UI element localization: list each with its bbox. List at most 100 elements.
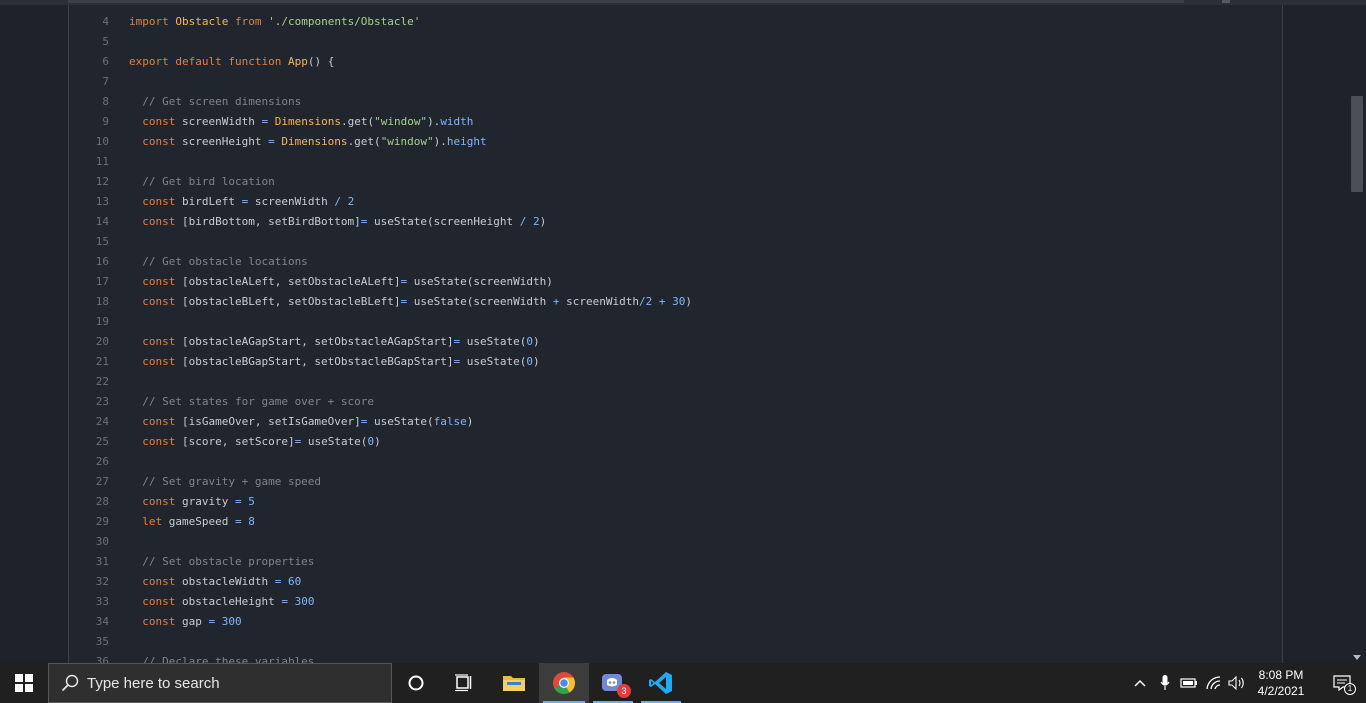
code-token: = [453, 355, 467, 368]
code-token: import [129, 15, 176, 28]
volume-button[interactable] [1226, 663, 1248, 703]
code-text: // Get screen dimensions [129, 92, 301, 112]
code-token: = [274, 575, 288, 588]
line-number: 16 [95, 255, 109, 268]
chrome-button[interactable] [539, 663, 589, 703]
code-token: = [241, 195, 255, 208]
taskbar-search-box[interactable]: Type here to search [48, 663, 392, 703]
line-number: 29 [95, 515, 109, 528]
code-token: screenWidth [181, 115, 262, 128]
code-token: App [287, 55, 308, 68]
windows-logo-icon [15, 674, 33, 692]
code-editor[interactable]: 4 import Obstacle from './components/Obst… [68, 5, 1283, 663]
task-view-button[interactable] [440, 663, 488, 703]
scroll-down-arrow-icon[interactable] [1353, 655, 1361, 660]
scroll-marker [1222, 0, 1230, 3]
code-token: screenWidth [566, 295, 639, 308]
cortana-button[interactable] [392, 663, 440, 703]
code-token: // Set obstacle properties [129, 555, 315, 568]
code-token: export default function [129, 55, 288, 68]
line-number: 33 [95, 595, 109, 608]
code-token: + [552, 295, 567, 308]
code-token: screenWidth [254, 195, 335, 208]
code-token: () { [307, 55, 335, 68]
code-token: = [360, 215, 375, 228]
vscode-button[interactable] [637, 663, 685, 703]
code-token: useState( [466, 335, 527, 348]
code-text: // Set states for game over + score [129, 392, 374, 412]
wifi-button[interactable] [1203, 663, 1225, 703]
horizontal-scroll-track[interactable] [68, 0, 1184, 3]
code-line: 34 const gap = 300 [69, 612, 1282, 632]
code-token: .get( [347, 135, 381, 148]
code-text: const obstacleHeight = 300 [129, 592, 314, 612]
code-line: 30 [69, 532, 1282, 552]
battery-button[interactable] [1178, 663, 1200, 703]
code-token: Obstacle [175, 15, 235, 28]
code-token: "window" [374, 115, 428, 128]
line-number: 20 [95, 335, 109, 348]
line-number: 28 [95, 495, 109, 508]
code-token: ) [533, 355, 540, 368]
code-line: 33 const obstacleHeight = 300 [69, 592, 1282, 612]
code-text: const birdLeft = screenWidth / 2 [129, 192, 354, 212]
code-token: 2 [533, 215, 540, 228]
code-token: obstacleWidth [181, 575, 275, 588]
line-number: 14 [95, 215, 109, 228]
code-text: const [score, setScore]= useState(0) [129, 432, 380, 452]
code-token: from [234, 15, 269, 28]
code-token: useState( [307, 435, 368, 448]
code-token: useState(screenWidth [413, 295, 553, 308]
code-token: = [400, 295, 414, 308]
line-number: 36 [95, 655, 109, 663]
code-line: 7 [69, 72, 1282, 92]
code-token: obstacleHeight [181, 595, 282, 608]
code-token: = [268, 135, 282, 148]
code-token: const [129, 295, 182, 308]
start-button[interactable] [0, 663, 48, 703]
code-token: const [129, 615, 182, 628]
line-number: 19 [95, 315, 109, 328]
code-line: 10 const screenHeight = Dimensions.get("… [69, 132, 1282, 152]
file-explorer-button[interactable] [489, 663, 539, 703]
notification-count-badge: 1 [1344, 683, 1356, 695]
code-token: useState( [374, 415, 434, 428]
code-line: 26 [69, 452, 1282, 472]
line-number: 7 [102, 75, 109, 88]
line-number: 12 [95, 175, 109, 188]
code-token: let [129, 515, 169, 528]
line-number: 6 [102, 55, 109, 68]
code-token: ). [427, 115, 441, 128]
code-token: ) [533, 335, 540, 348]
action-center-button[interactable]: 1 [1318, 663, 1366, 703]
code-text: const [obstacleALeft, setObstacleALeft]=… [129, 272, 553, 292]
line-number: 31 [95, 555, 109, 568]
code-token: // Set gravity + game speed [129, 475, 322, 488]
line-number: 17 [95, 275, 109, 288]
taskbar-clock[interactable]: 8:08 PM 4/2/2021 [1250, 667, 1312, 699]
code-token: screenHeight [181, 135, 269, 148]
code-token: 30 [672, 295, 686, 308]
code-line: 17 const [obstacleALeft, setObstacleALef… [69, 272, 1282, 292]
scrollbar-thumb[interactable] [1351, 96, 1363, 192]
code-text: // Get obstacle locations [129, 252, 308, 272]
code-token: birdLeft [181, 195, 242, 208]
code-token: // Set states for game over + score [129, 395, 375, 408]
clock-date: 4/2/2021 [1257, 684, 1305, 698]
code-token: const [129, 575, 182, 588]
code-token: = [208, 615, 222, 628]
code-line: 8 // Get screen dimensions [69, 92, 1282, 112]
code-token: Dimensions [281, 135, 348, 148]
code-line: 18 const [obstacleBLeft, setObstacleBLef… [69, 292, 1282, 312]
code-token: gameSpeed [168, 515, 235, 528]
code-token: 8 [248, 515, 255, 528]
show-hidden-icons-button[interactable] [1130, 663, 1150, 703]
code-token: ). [433, 135, 447, 148]
microphone-button[interactable] [1155, 663, 1175, 703]
cortana-circle-icon [408, 675, 424, 691]
discord-button[interactable]: 3 [589, 663, 637, 703]
line-number: 25 [95, 435, 109, 448]
code-text: const screenHeight = Dimensions.get("win… [129, 132, 486, 152]
vertical-scrollbar[interactable] [1348, 5, 1366, 663]
code-token: 300 [294, 595, 315, 608]
